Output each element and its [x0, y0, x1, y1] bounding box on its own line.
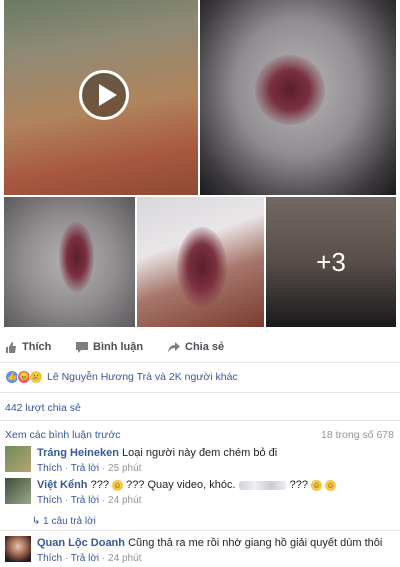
photo-bloody-hand[interactable] — [137, 197, 264, 327]
post-actions: Thích Bình luận Chia sẻ — [0, 334, 400, 363]
more-photos-count[interactable]: +3 — [266, 197, 396, 327]
comment-like-link[interactable]: Thích — [37, 495, 62, 506]
comment-text-start: ??? — [90, 479, 113, 491]
comment-time[interactable]: 25 phút — [108, 463, 141, 474]
photo-more[interactable]: +3 — [266, 197, 396, 327]
video-thumbnail[interactable] — [4, 0, 198, 195]
share-icon — [168, 341, 180, 353]
comment: Tráng Heineken Loại người này đem chém b… — [5, 446, 395, 476]
laughing-emoji-icon: ☺ — [325, 479, 337, 491]
comment-label: Bình luận — [93, 341, 144, 353]
comment-author[interactable]: Quan Lộc Doanh — [37, 537, 125, 549]
thumbs-up-icon — [6, 341, 16, 353]
comment-author[interactable]: Việt Kểnh — [37, 479, 88, 491]
comment-reply-link[interactable]: Trả lời — [71, 495, 99, 506]
comment: Quan Lộc Doanh Cũng thả ra me rồi nhờ gi… — [5, 536, 395, 566]
comment: Việt Kểnh ??? ☺ ??? Quay video, khóc. ??… — [5, 478, 395, 508]
play-icon[interactable] — [79, 70, 129, 120]
reply-count[interactable]: 1 câu trả lời — [43, 516, 96, 527]
comment-text-end: ??? — [286, 479, 312, 491]
comment-like-link[interactable]: Thích — [37, 553, 62, 564]
comment-text: Cũng thả ra me rồi nhờ giang hồ giải quy… — [128, 537, 383, 549]
photo-gallery: +3 — [0, 0, 400, 330]
divider — [0, 530, 400, 531]
comment-author[interactable]: Tráng Heineken — [37, 447, 119, 459]
like-button[interactable]: Thích — [5, 341, 51, 353]
comment-reply-link[interactable]: Trả lời — [71, 463, 99, 474]
comment-button[interactable]: Bình luận — [76, 341, 143, 353]
laughing-emoji-icon: ☺ — [311, 479, 323, 491]
photo-scalp[interactable] — [4, 197, 135, 327]
comment-like-link[interactable]: Thích — [37, 463, 62, 474]
share-label: Chia sẻ — [185, 341, 225, 353]
comment-text: Loại người này đem chém bỏ đi — [121, 447, 278, 459]
blurred-text — [238, 480, 287, 490]
reply-arrow-icon: ↳ — [32, 516, 41, 527]
like-label: Thích — [22, 341, 52, 353]
avatar[interactable] — [5, 536, 31, 562]
comment-icon — [76, 341, 88, 353]
avatar[interactable] — [5, 446, 31, 472]
share-count[interactable]: 442 lượt chia sẻ — [5, 402, 81, 414]
divider — [0, 392, 400, 393]
photo-head-wound[interactable] — [200, 0, 396, 195]
comment-text-mid: ??? Quay video, khóc. — [123, 479, 239, 491]
laughing-emoji-icon: ☺ — [112, 479, 124, 491]
comment-count: 18 trong số 678 — [321, 429, 394, 441]
reactions-text[interactable]: Lê Nguyễn Hương Trà và 2K người khác — [47, 371, 238, 383]
share-button[interactable]: Chia sẻ — [168, 341, 224, 353]
view-replies-link[interactable]: ↳ 1 câu trả lời — [32, 516, 96, 527]
comment-time[interactable]: 24 phút — [108, 553, 141, 564]
sad-reaction-icon: 😢 — [29, 370, 43, 384]
view-previous-comments[interactable]: Xem các bình luận trước — [5, 429, 120, 441]
comment-reply-link[interactable]: Trả lời — [71, 553, 99, 564]
comment-time[interactable]: 24 phút — [108, 495, 141, 506]
reactions-summary[interactable]: 👍 😠 😢 Lê Nguyễn Hương Trà và 2K người kh… — [5, 370, 238, 384]
avatar[interactable] — [5, 478, 31, 504]
divider — [0, 420, 400, 421]
